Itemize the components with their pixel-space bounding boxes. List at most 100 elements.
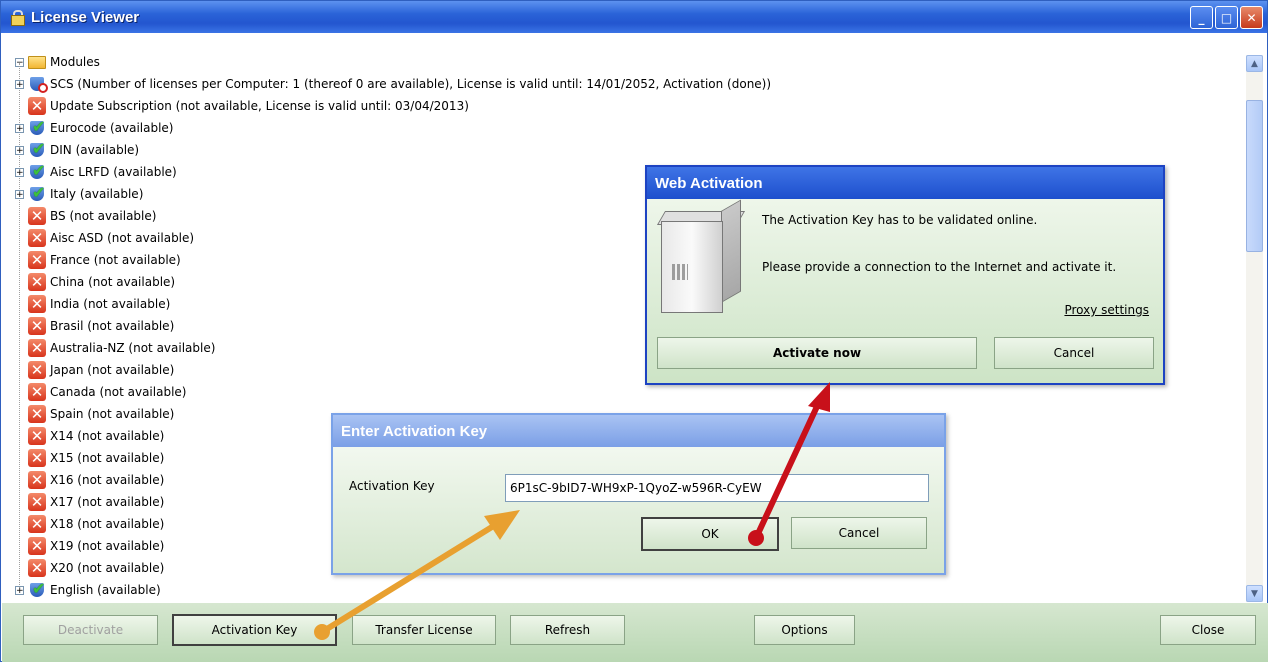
tree-item[interactable]: ✕ X15 (not available)	[15, 448, 164, 468]
red-x-icon: ✕	[28, 493, 46, 511]
red-x-icon: ✕	[28, 537, 46, 555]
tree-item[interactable]: ✕ Update Subscription (not available, Lic…	[15, 96, 469, 116]
enter-key-title[interactable]: Enter Activation Key	[333, 415, 944, 447]
activate-now-button[interactable]: Activate now	[657, 337, 977, 369]
checkmark-shield-icon: ✔	[30, 579, 46, 598]
web-activation-title[interactable]: Web Activation	[647, 167, 1163, 199]
tree-item[interactable]: ✕ Australia-NZ (not available)	[15, 338, 215, 358]
close-window-button[interactable]: ✕	[1240, 6, 1263, 29]
scroll-up-button[interactable]: ▲	[1246, 55, 1263, 72]
safe-icon	[656, 199, 746, 315]
tree-item[interactable]: ✕ X20 (not available)	[15, 558, 164, 578]
tree-item-label: X18 (not available)	[50, 517, 165, 531]
tree-item-label: Canada (not available)	[50, 385, 187, 399]
tree-item[interactable]: ✕ Aisc ASD (not available)	[15, 228, 194, 248]
enter-activation-key-dialog: Enter Activation Key Activation Key OK C…	[331, 413, 946, 575]
red-x-icon: ✕	[28, 229, 46, 247]
minimize-button[interactable]: _	[1190, 6, 1213, 29]
red-x-icon: ✕	[28, 273, 46, 291]
tree-item-label: Aisc LRFD (available)	[50, 165, 177, 179]
shield-blocked-icon	[28, 75, 48, 93]
close-icon: ✕	[1246, 10, 1257, 25]
checkmark-shield-icon: ✔	[30, 161, 46, 180]
red-x-icon: ✕	[28, 559, 46, 577]
expand-icon[interactable]: +	[15, 79, 24, 89]
expand-icon[interactable]: +	[15, 189, 24, 199]
tree-item-label: DIN (available)	[50, 143, 140, 157]
tree-item-label: X17 (not available)	[50, 495, 165, 509]
tree-item-label: BS (not available)	[50, 209, 157, 223]
scroll-thumb[interactable]	[1246, 100, 1263, 252]
transfer-license-button[interactable]: Transfer License	[352, 615, 496, 645]
tree-item[interactable]: + SCS (Number of licenses per Computer: 1…	[15, 74, 771, 94]
tree-item[interactable]: ✕ Japan (not available)	[15, 360, 174, 380]
tree-root-modules[interactable]: − Modules	[15, 52, 100, 72]
tree-item[interactable]: ✕ X17 (not available)	[15, 492, 164, 512]
red-x-icon: ✕	[28, 207, 46, 225]
close-button[interactable]: Close	[1160, 615, 1256, 645]
tree-item[interactable]: + ✔ Aisc LRFD (available)	[15, 162, 177, 182]
tree-item-label: France (not available)	[50, 253, 181, 267]
tree-item[interactable]: ✕ Canada (not available)	[15, 382, 186, 402]
window-title: License Viewer	[31, 8, 140, 26]
maximize-icon: □	[1220, 10, 1233, 25]
tree-item-label: Brasil (not available)	[50, 319, 175, 333]
tree-item[interactable]: ✕ X19 (not available)	[15, 536, 164, 556]
tree-item[interactable]: ✕ BS (not available)	[15, 206, 156, 226]
red-x-icon: ✕	[28, 515, 46, 533]
tree-item[interactable]: ✕ Brasil (not available)	[15, 316, 174, 336]
red-x-icon: ✕	[28, 449, 46, 467]
tree-root-label: Modules	[50, 55, 100, 69]
tree-item-label: India (not available)	[50, 297, 171, 311]
deactivate-button[interactable]: Deactivate	[23, 615, 158, 645]
red-x-icon: ✕	[28, 361, 46, 379]
tree-item-label: X20 (not available)	[50, 561, 165, 575]
activation-key-button[interactable]: Activation Key	[172, 614, 337, 646]
tree-item-label: X19 (not available)	[50, 539, 165, 553]
connection-message: Please provide a connection to the Inter…	[762, 260, 1117, 274]
tree-item-label: Australia-NZ (not available)	[50, 341, 216, 355]
tree-item[interactable]: ✕ France (not available)	[15, 250, 181, 270]
options-button[interactable]: Options	[754, 615, 855, 645]
activation-key-input[interactable]	[505, 474, 929, 502]
ok-button[interactable]: OK	[641, 517, 779, 551]
tree-item[interactable]: ✕ China (not available)	[15, 272, 175, 292]
checkmark-shield-icon: ✔	[30, 139, 46, 158]
chevron-down-icon: ▼	[1251, 588, 1258, 599]
refresh-button[interactable]: Refresh	[510, 615, 625, 645]
tree-item[interactable]: + ✔ Italy (available)	[15, 184, 143, 204]
expand-icon[interactable]: +	[15, 167, 24, 177]
title-bar[interactable]: License Viewer _ □ ✕	[1, 1, 1267, 33]
tree-item[interactable]: ✕ X14 (not available)	[15, 426, 164, 446]
web-cancel-button[interactable]: Cancel	[994, 337, 1154, 369]
scroll-down-button[interactable]: ▼	[1246, 585, 1263, 602]
padlock-icon	[9, 10, 25, 26]
vertical-scrollbar[interactable]: ▲ ▼	[1246, 55, 1263, 602]
enter-cancel-button[interactable]: Cancel	[791, 517, 927, 549]
tree-item[interactable]: ✕ Spain (not available)	[15, 404, 174, 424]
maximize-button[interactable]: □	[1215, 6, 1238, 29]
chevron-up-icon: ▲	[1251, 58, 1258, 69]
tree-item[interactable]: ✕ X16 (not available)	[15, 470, 164, 490]
tree-item[interactable]: ✕ X18 (not available)	[15, 514, 164, 534]
tree-item-label: SCS (Number of licenses per Computer: 1 …	[50, 77, 772, 91]
red-x-icon: ✕	[28, 251, 46, 269]
tree-item[interactable]: + ✔ English (available)	[15, 580, 161, 600]
red-x-icon: ✕	[28, 405, 46, 423]
tree-item-label: X15 (not available)	[50, 451, 165, 465]
proxy-settings-link[interactable]: Proxy settings	[1064, 303, 1149, 317]
checkmark-shield-icon: ✔	[30, 117, 46, 136]
tree-item[interactable]: ✕ India (not available)	[15, 294, 170, 314]
expand-icon[interactable]: +	[15, 585, 24, 595]
tree-item[interactable]: + ✔ DIN (available)	[15, 140, 139, 160]
expand-icon[interactable]: +	[15, 145, 24, 155]
minimize-icon: _	[1198, 10, 1205, 25]
tree-item-label: Aisc ASD (not available)	[50, 231, 195, 245]
tree-item[interactable]: + ✔ Eurocode (available)	[15, 118, 173, 138]
activation-key-label: Activation Key	[349, 479, 435, 493]
expand-icon[interactable]: +	[15, 123, 24, 133]
folder-icon	[28, 53, 46, 71]
checkmark-shield-icon: ✔	[30, 183, 46, 202]
tree-item-label: Italy (available)	[50, 187, 144, 201]
button-bar: Deactivate Activation Key Transfer Licen…	[2, 603, 1268, 662]
